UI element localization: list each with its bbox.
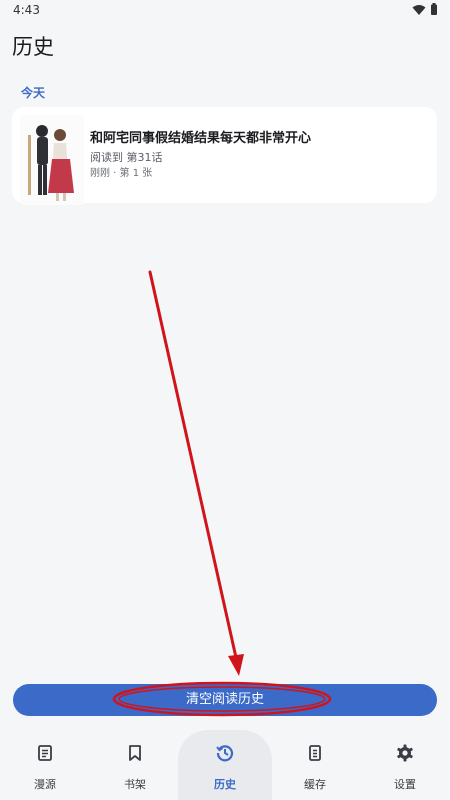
nav-item-sources[interactable]: 漫源 (0, 730, 90, 800)
page-title: 历史 (12, 35, 54, 59)
nav-label-bookshelf: 书架 (124, 778, 146, 791)
wifi-icon (412, 5, 426, 15)
read-progress: 阅读到 第31话 (90, 151, 163, 164)
nav-label-cache: 缓存 (304, 778, 326, 791)
manga-cover (20, 115, 84, 205)
manga-title: 和阿宅同事假结婚结果每天都非常开心 (90, 131, 312, 146)
nav-item-settings[interactable]: 设置 (360, 730, 450, 800)
history-card[interactable]: 和阿宅同事假结婚结果每天都非常开心 阅读到 第31话 刚刚 · 第 1 张 (12, 107, 437, 205)
nav-label-sources: 漫源 (34, 778, 56, 791)
document-icon (38, 745, 52, 761)
history-icon (216, 745, 234, 762)
read-time: 刚刚 · 第 1 张 (90, 168, 153, 179)
battery-icon (431, 3, 437, 15)
nav-label-settings: 设置 (394, 778, 416, 791)
gear-icon (397, 744, 413, 762)
nav-item-cache[interactable]: 缓存 (270, 730, 360, 800)
nav-item-history[interactable]: 历史 (178, 730, 272, 800)
annotation-arrow-shaft (148, 270, 239, 664)
bookmark-icon (129, 745, 141, 761)
section-label-today: 今天 (21, 86, 46, 100)
annotation-arrowhead (228, 654, 244, 676)
clear-history-button[interactable]: 清空阅读历史 (13, 684, 437, 716)
file-icon (309, 745, 321, 761)
nav-label-history: 历史 (214, 778, 236, 791)
nav-item-bookshelf[interactable]: 书架 (90, 730, 180, 800)
status-bar: 4:43 (0, 0, 450, 22)
bottom-nav: 漫源 书架 历史 缓存 设置 (0, 730, 450, 800)
status-time: 4:43 (13, 3, 40, 17)
